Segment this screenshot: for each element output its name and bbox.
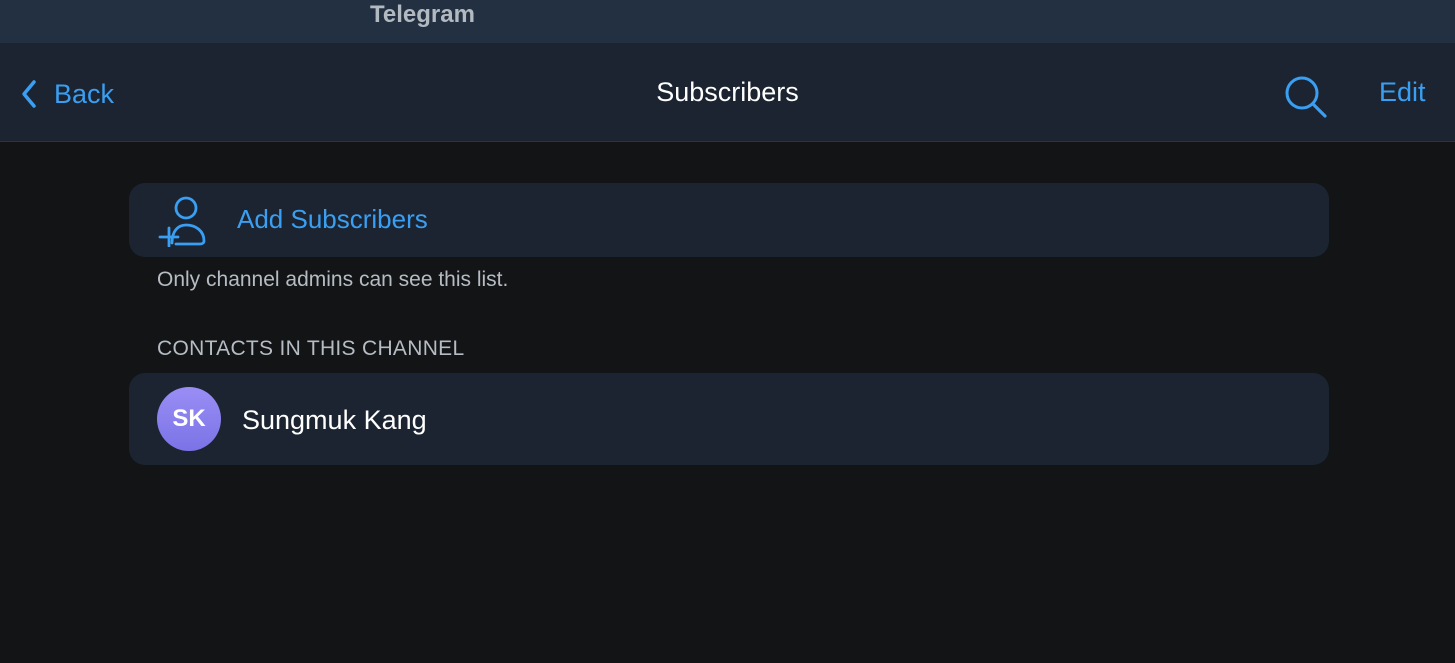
contact-name: Sungmuk Kang	[242, 405, 427, 435]
window-titlebar: Telegram	[0, 0, 1455, 43]
page-title: Subscribers	[656, 77, 799, 107]
add-subscribers-button[interactable]: Add Subscribers	[129, 183, 1329, 257]
app-title: Telegram	[370, 1, 475, 28]
search-button[interactable]	[1283, 74, 1327, 118]
avatar-initials: SK	[172, 405, 206, 432]
navigation-bar: Back Subscribers Edit	[0, 43, 1455, 142]
add-subscribers-label: Add Subscribers	[237, 204, 428, 234]
avatar: SK	[157, 387, 221, 451]
search-icon	[1285, 76, 1327, 118]
edit-button[interactable]: Edit	[1379, 77, 1426, 108]
contacts-section-header: CONTACTS IN THIS CHANNEL	[157, 337, 465, 360]
contact-row[interactable]: SK Sungmuk Kang	[129, 373, 1329, 465]
admins-only-note: Only channel admins can see this list.	[157, 268, 509, 291]
add-user-icon	[158, 196, 206, 247]
